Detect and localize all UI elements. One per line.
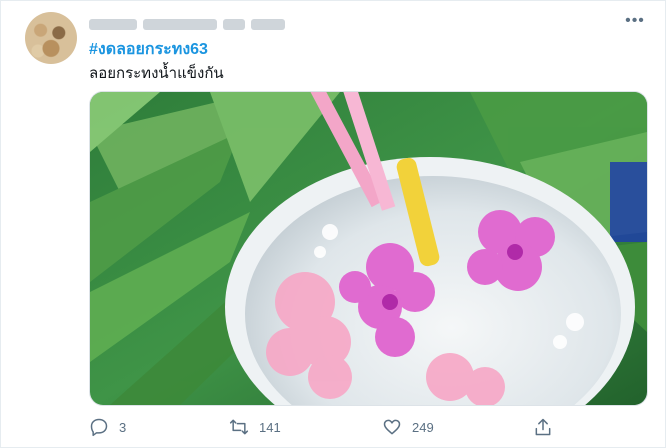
like-button[interactable]: 249 bbox=[382, 415, 434, 439]
user-name-redacted[interactable] bbox=[89, 15, 285, 33]
like-count: 249 bbox=[412, 419, 434, 435]
tweet-actions: 3 141 249 bbox=[89, 415, 559, 439]
retweet-icon bbox=[229, 419, 249, 435]
reply-button[interactable]: 3 bbox=[89, 415, 126, 439]
share-icon bbox=[535, 418, 551, 436]
ice-krathong-photo bbox=[90, 92, 647, 405]
hashtag-link[interactable]: #งดลอยกระทง63 bbox=[89, 37, 208, 62]
retweet-button[interactable]: 141 bbox=[229, 415, 281, 439]
avatar[interactable] bbox=[25, 12, 77, 64]
more-horizontal-icon[interactable]: ••• bbox=[625, 13, 645, 29]
tweet-photo[interactable] bbox=[89, 91, 648, 406]
tweet-text: ลอยกระทงน้ำแข็งกัน bbox=[89, 65, 224, 82]
heart-icon bbox=[383, 419, 401, 435]
tweet-card[interactable]: ••• #งดลอยกระทง63 ลอยกระทงน้ำแข็งกัน 3 1… bbox=[0, 0, 666, 448]
retweet-count: 141 bbox=[259, 419, 281, 435]
share-button[interactable] bbox=[533, 415, 553, 439]
reply-icon bbox=[90, 418, 108, 437]
reply-count: 3 bbox=[119, 419, 127, 435]
